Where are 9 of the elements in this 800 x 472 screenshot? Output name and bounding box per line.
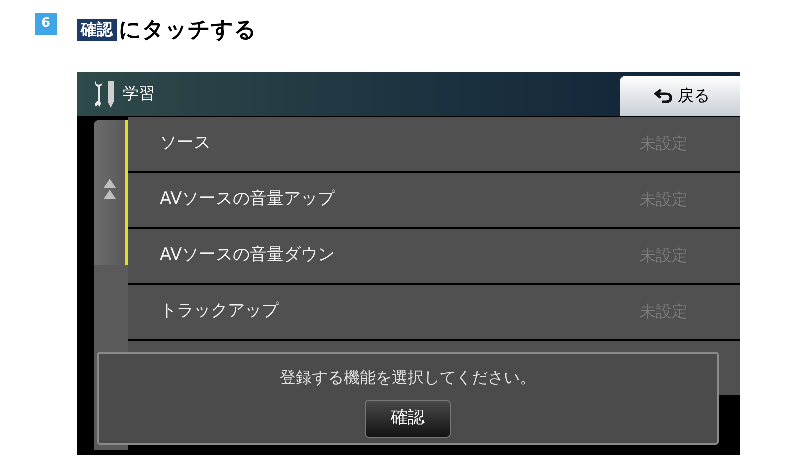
confirm-button[interactable]: 確認: [365, 400, 451, 438]
back-button[interactable]: 戻る: [620, 76, 740, 116]
scroll-up-icon: [102, 178, 116, 200]
screen-title: 学習: [123, 83, 155, 105]
instruction-text: にタッチする: [119, 16, 257, 44]
back-arrow-icon: [654, 88, 674, 104]
button-label: 確認: [77, 19, 117, 41]
dialog-message: 登録する機能を選択してください。: [280, 367, 536, 389]
step-number: 6: [35, 13, 57, 35]
